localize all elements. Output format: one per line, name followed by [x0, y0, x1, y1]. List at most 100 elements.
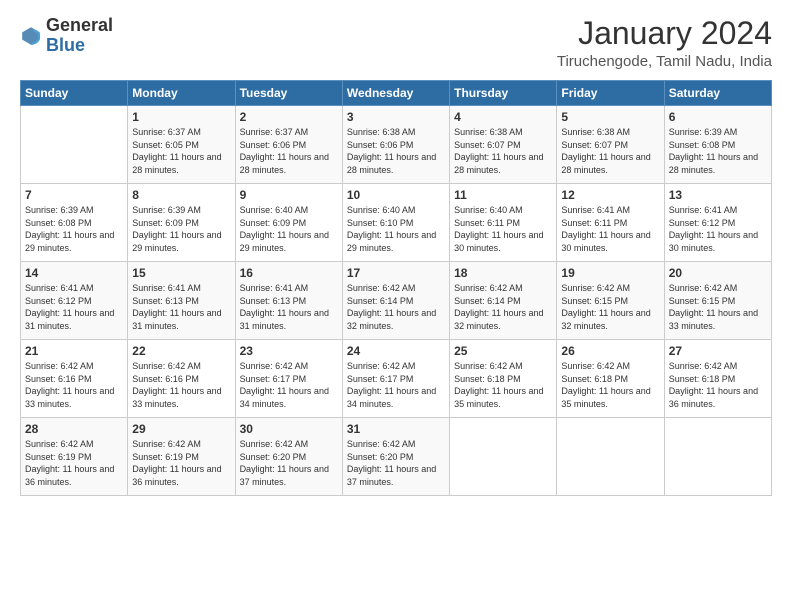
month-title: January 2024 — [557, 16, 772, 51]
day-number: 4 — [454, 110, 552, 124]
logo-general: General — [46, 16, 113, 36]
day-number: 25 — [454, 344, 552, 358]
day-number: 11 — [454, 188, 552, 202]
cell-info: Sunrise: 6:41 AMSunset: 6:13 PMDaylight:… — [132, 283, 221, 331]
calendar-cell: 18Sunrise: 6:42 AMSunset: 6:14 PMDayligh… — [450, 262, 557, 340]
cell-info: Sunrise: 6:42 AMSunset: 6:18 PMDaylight:… — [669, 361, 758, 409]
day-number: 19 — [561, 266, 659, 280]
col-header-saturday: Saturday — [664, 81, 771, 106]
cell-info: Sunrise: 6:42 AMSunset: 6:17 PMDaylight:… — [240, 361, 329, 409]
logo: General Blue — [20, 16, 113, 56]
day-number: 10 — [347, 188, 445, 202]
title-block: January 2024 Tiruchengode, Tamil Nadu, I… — [557, 16, 772, 70]
day-number: 16 — [240, 266, 338, 280]
calendar-table: SundayMondayTuesdayWednesdayThursdayFrid… — [20, 80, 772, 496]
cell-info: Sunrise: 6:39 AMSunset: 6:08 PMDaylight:… — [25, 205, 114, 253]
day-number: 21 — [25, 344, 123, 358]
logo-icon — [20, 25, 42, 47]
calendar-cell: 25 Sunrise: 6:42 AMSunset: 6:18 PMDayligh… — [450, 340, 557, 418]
cell-info: Sunrise: 6:42 AMSunset: 6:15 PMDaylight:… — [669, 283, 758, 331]
cell-info: Sunrise: 6:38 AMSunset: 6:06 PMDaylight:… — [347, 127, 436, 175]
calendar-cell: 9Sunrise: 6:40 AMSunset: 6:09 PMDaylight… — [235, 184, 342, 262]
day-number: 26 — [561, 344, 659, 358]
cell-info: Sunrise: 6:38 AMSunset: 6:07 PMDaylight:… — [561, 127, 650, 175]
col-header-friday: Friday — [557, 81, 664, 106]
cell-info: Sunrise: 6:42 AMSunset: 6:18 PMDaylight:… — [561, 361, 650, 409]
logo-text: General Blue — [46, 16, 113, 56]
calendar-cell: 30 Sunrise: 6:42 AMSunset: 6:20 PMDayligh… — [235, 418, 342, 496]
cell-info: Sunrise: 6:41 AMSunset: 6:11 PMDaylight:… — [561, 205, 650, 253]
day-number: 20 — [669, 266, 767, 280]
day-number: 31 — [347, 422, 445, 436]
header-row: SundayMondayTuesdayWednesdayThursdayFrid… — [21, 81, 772, 106]
cell-info: Sunrise: 6:42 AMSunset: 6:15 PMDaylight:… — [561, 283, 650, 331]
cell-info: Sunrise: 6:42 AMSunset: 6:20 PMDaylight:… — [240, 439, 329, 487]
day-number: 12 — [561, 188, 659, 202]
calendar-cell: 4Sunrise: 6:38 AMSunset: 6:07 PMDaylight… — [450, 106, 557, 184]
cell-info: Sunrise: 6:40 AMSunset: 6:11 PMDaylight:… — [454, 205, 543, 253]
cell-info: Sunrise: 6:42 AMSunset: 6:16 PMDaylight:… — [132, 361, 221, 409]
cell-info: Sunrise: 6:42 AMSunset: 6:16 PMDaylight:… — [25, 361, 114, 409]
calendar-cell: 7Sunrise: 6:39 AMSunset: 6:08 PMDaylight… — [21, 184, 128, 262]
col-header-thursday: Thursday — [450, 81, 557, 106]
col-header-sunday: Sunday — [21, 81, 128, 106]
day-number: 1 — [132, 110, 230, 124]
day-number: 18 — [454, 266, 552, 280]
cell-info: Sunrise: 6:37 AMSunset: 6:06 PMDaylight:… — [240, 127, 329, 175]
cell-info: Sunrise: 6:40 AMSunset: 6:10 PMDaylight:… — [347, 205, 436, 253]
calendar-cell — [450, 418, 557, 496]
calendar-cell — [21, 106, 128, 184]
calendar-cell: 23 Sunrise: 6:42 AMSunset: 6:17 PMDayligh… — [235, 340, 342, 418]
calendar-cell: 3 Sunrise: 6:38 AMSunset: 6:06 PMDaylight… — [342, 106, 449, 184]
day-number: 14 — [25, 266, 123, 280]
cell-info: Sunrise: 6:40 AMSunset: 6:09 PMDaylight:… — [240, 205, 329, 253]
calendar-cell: 5 Sunrise: 6:38 AMSunset: 6:07 PMDaylight… — [557, 106, 664, 184]
day-number: 17 — [347, 266, 445, 280]
week-row-2: 7Sunrise: 6:39 AMSunset: 6:08 PMDaylight… — [21, 184, 772, 262]
calendar-cell: 19 Sunrise: 6:42 AMSunset: 6:15 PMDayligh… — [557, 262, 664, 340]
day-number: 6 — [669, 110, 767, 124]
calendar-cell: 28 Sunrise: 6:42 AMSunset: 6:19 PMDayligh… — [21, 418, 128, 496]
calendar-cell: 16 Sunrise: 6:41 AMSunset: 6:13 PMDayligh… — [235, 262, 342, 340]
cell-info: Sunrise: 6:42 AMSunset: 6:19 PMDaylight:… — [25, 439, 114, 487]
header: General Blue January 2024 Tiruchengode, … — [20, 16, 772, 70]
cell-info: Sunrise: 6:42 AMSunset: 6:14 PMDaylight:… — [347, 283, 436, 331]
day-number: 5 — [561, 110, 659, 124]
calendar-cell: 26 Sunrise: 6:42 AMSunset: 6:18 PMDayligh… — [557, 340, 664, 418]
cell-info: Sunrise: 6:39 AMSunset: 6:09 PMDaylight:… — [132, 205, 221, 253]
cell-info: Sunrise: 6:37 AMSunset: 6:05 PMDaylight:… — [132, 127, 221, 175]
col-header-tuesday: Tuesday — [235, 81, 342, 106]
day-number: 30 — [240, 422, 338, 436]
cell-info: Sunrise: 6:39 AMSunset: 6:08 PMDaylight:… — [669, 127, 758, 175]
calendar-cell: 24 Sunrise: 6:42 AMSunset: 6:17 PMDayligh… — [342, 340, 449, 418]
calendar-cell: 11 Sunrise: 6:40 AMSunset: 6:11 PMDayligh… — [450, 184, 557, 262]
calendar-cell: 1 Sunrise: 6:37 AMSunset: 6:05 PMDaylight… — [128, 106, 235, 184]
week-row-3: 14Sunrise: 6:41 AMSunset: 6:12 PMDayligh… — [21, 262, 772, 340]
logo-blue: Blue — [46, 36, 113, 56]
day-number: 24 — [347, 344, 445, 358]
cell-info: Sunrise: 6:41 AMSunset: 6:13 PMDaylight:… — [240, 283, 329, 331]
week-row-4: 21 Sunrise: 6:42 AMSunset: 6:16 PMDayligh… — [21, 340, 772, 418]
cell-info: Sunrise: 6:42 AMSunset: 6:19 PMDaylight:… — [132, 439, 221, 487]
calendar-cell: 20 Sunrise: 6:42 AMSunset: 6:15 PMDayligh… — [664, 262, 771, 340]
week-row-5: 28 Sunrise: 6:42 AMSunset: 6:19 PMDayligh… — [21, 418, 772, 496]
day-number: 23 — [240, 344, 338, 358]
calendar-cell: 12 Sunrise: 6:41 AMSunset: 6:11 PMDayligh… — [557, 184, 664, 262]
page: General Blue January 2024 Tiruchengode, … — [0, 0, 792, 612]
day-number: 29 — [132, 422, 230, 436]
cell-info: Sunrise: 6:42 AMSunset: 6:20 PMDaylight:… — [347, 439, 436, 487]
day-number: 22 — [132, 344, 230, 358]
cell-info: Sunrise: 6:42 AMSunset: 6:17 PMDaylight:… — [347, 361, 436, 409]
cell-info: Sunrise: 6:41 AMSunset: 6:12 PMDaylight:… — [669, 205, 758, 253]
calendar-cell: 15Sunrise: 6:41 AMSunset: 6:13 PMDayligh… — [128, 262, 235, 340]
day-number: 8 — [132, 188, 230, 202]
week-row-1: 1 Sunrise: 6:37 AMSunset: 6:05 PMDaylight… — [21, 106, 772, 184]
location: Tiruchengode, Tamil Nadu, India — [557, 53, 772, 70]
calendar-cell: 22 Sunrise: 6:42 AMSunset: 6:16 PMDayligh… — [128, 340, 235, 418]
cell-info: Sunrise: 6:42 AMSunset: 6:18 PMDaylight:… — [454, 361, 543, 409]
day-number: 3 — [347, 110, 445, 124]
calendar-cell: 8 Sunrise: 6:39 AMSunset: 6:09 PMDaylight… — [128, 184, 235, 262]
day-number: 28 — [25, 422, 123, 436]
calendar-cell: 21 Sunrise: 6:42 AMSunset: 6:16 PMDayligh… — [21, 340, 128, 418]
col-header-wednesday: Wednesday — [342, 81, 449, 106]
